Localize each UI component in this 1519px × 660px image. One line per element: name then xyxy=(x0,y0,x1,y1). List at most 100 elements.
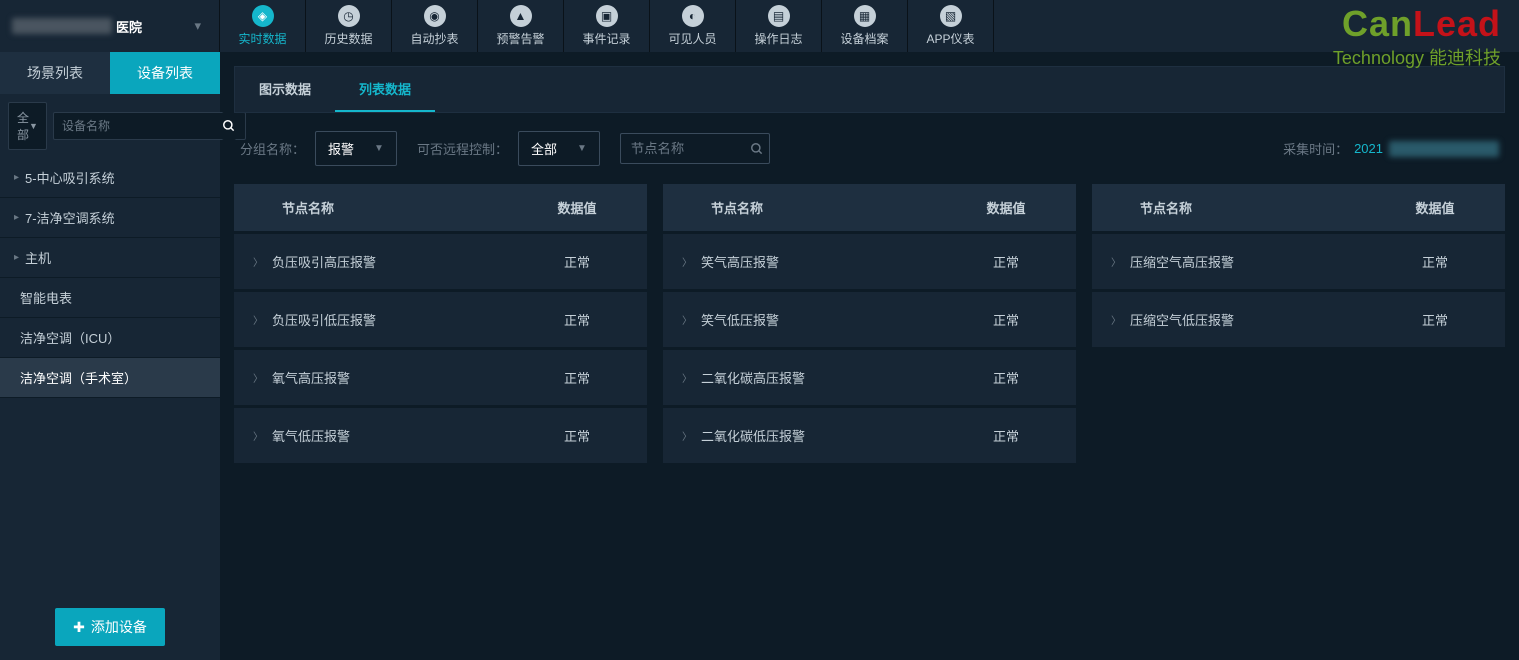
hospital-dropdown[interactable]: 医院 ▾ xyxy=(0,0,220,52)
nav-icon: ▧ xyxy=(940,5,962,27)
group-filter-value: 报警 xyxy=(328,139,354,158)
sidebar-tab-1[interactable]: 设备列表 xyxy=(110,52,220,94)
nav-item-0[interactable]: ◈实时数据 xyxy=(220,0,306,52)
nav-icon: ◷ xyxy=(338,5,360,27)
data-row[interactable]: 〉笑气高压报警正常 xyxy=(663,234,1076,289)
node-search-wrap xyxy=(620,133,770,164)
caret-down-icon: ▼ xyxy=(29,121,38,131)
row-name: 负压吸引低压报警 xyxy=(272,310,517,329)
node-search-button[interactable] xyxy=(750,142,764,156)
data-row[interactable]: 〉压缩空气高压报警正常 xyxy=(1092,234,1505,289)
node-search-input[interactable] xyxy=(620,133,770,164)
nav-label: 设备档案 xyxy=(840,30,888,47)
data-columns: 节点名称数据值〉负压吸引高压报警正常〉负压吸引低压报警正常〉氧气高压报警正常〉氧… xyxy=(234,184,1505,646)
nav-item-2[interactable]: ◉自动抄表 xyxy=(392,0,478,52)
sub-tab-0[interactable]: 图示数据 xyxy=(235,67,335,112)
column-header: 节点名称数据值 xyxy=(234,184,647,231)
row-value: 正常 xyxy=(517,310,637,329)
data-row[interactable]: 〉笑气低压报警正常 xyxy=(663,292,1076,347)
row-value: 正常 xyxy=(946,368,1066,387)
row-name: 压缩空气高压报警 xyxy=(1130,252,1375,271)
chevron-right-icon: ▸ xyxy=(14,212,19,223)
row-name: 笑气高压报警 xyxy=(701,252,946,271)
caret-down-icon: ▼ xyxy=(374,143,384,154)
tree-item-label: 主机 xyxy=(25,248,51,267)
top-nav: ◈实时数据◷历史数据◉自动抄表▲预警告警 ▣ 事件记录 ◐可见人员 ▤ 操作日志 ▦ 设备档案… xyxy=(220,0,1333,52)
tree-item-4[interactable]: 洁净空调（ICU） xyxy=(0,318,220,358)
data-row[interactable]: 〉二氧化碳高压报警正常 xyxy=(663,350,1076,405)
data-row[interactable]: 〉负压吸引低压报警正常 xyxy=(234,292,647,347)
nav-item-4[interactable]: ▣ 事件记录 xyxy=(564,0,650,52)
collect-time-year: 2021 xyxy=(1354,141,1383,156)
group-filter-dropdown[interactable]: 报警 ▼ xyxy=(315,131,397,166)
row-name: 氧气低压报警 xyxy=(272,426,517,445)
chevron-right-icon: 〉 xyxy=(1102,312,1130,327)
tree-item-label: 洁净空调（ICU） xyxy=(20,328,120,347)
nav-icon: ▣ xyxy=(596,5,618,27)
row-value: 正常 xyxy=(517,368,637,387)
chevron-right-icon: 〉 xyxy=(673,370,701,385)
tree-item-2[interactable]: ▸主机 xyxy=(0,238,220,278)
hospital-suffix: 医院 xyxy=(116,17,142,36)
nav-item-5[interactable]: ◐可见人员 xyxy=(650,0,736,52)
data-row[interactable]: 〉负压吸引高压报警正常 xyxy=(234,234,647,289)
chevron-right-icon: 〉 xyxy=(673,254,701,269)
nav-icon: ▤ xyxy=(768,5,790,27)
nav-label: 自动抄表 xyxy=(410,30,458,47)
tree-item-0[interactable]: ▸ 5-中心吸引系统 xyxy=(0,158,220,198)
remote-filter-value: 全部 xyxy=(531,139,557,158)
row-value: 正常 xyxy=(1375,310,1495,329)
collect-time: 采集时间： 2021 xyxy=(1283,139,1499,158)
data-column-2: 节点名称数据值〉压缩空气高压报警正常〉压缩空气低压报警正常 xyxy=(1092,184,1505,646)
sidebar-search-row: 全部 ▼ xyxy=(0,94,220,158)
remote-filter-dropdown[interactable]: 全部 ▼ xyxy=(518,131,600,166)
remote-filter-label: 可否远程控制： xyxy=(417,139,508,158)
data-row[interactable]: 〉压缩空气低压报警正常 xyxy=(1092,292,1505,347)
tree-item-label: 5-中心吸引系统 xyxy=(25,168,115,187)
tree-item-3[interactable]: 智能电表 xyxy=(0,278,220,318)
add-device-button[interactable]: ✚ 添加设备 xyxy=(55,608,165,646)
row-value: 正常 xyxy=(517,426,637,445)
column-header-value: 数据值 xyxy=(1375,198,1495,217)
sidebar-tab-0[interactable]: 场景列表 xyxy=(0,52,110,94)
data-row[interactable]: 〉氧气高压报警正常 xyxy=(234,350,647,405)
tree-item-label: 7-洁净空调系统 xyxy=(25,208,115,227)
sidebar-search-input[interactable] xyxy=(53,112,246,140)
caret-down-icon: ▼ xyxy=(577,143,587,154)
nav-item-8[interactable]: ▧APP仪表 xyxy=(908,0,994,52)
nav-label: 操作日志 xyxy=(754,30,802,47)
nav-item-6[interactable]: ▤ 操作日志 xyxy=(736,0,822,52)
main-content: 图示数据列表数据 分组名称： 报警 ▼ 可否远程控制： 全部 ▼ 采集时间： 2… xyxy=(220,52,1519,660)
data-column-0: 节点名称数据值〉负压吸引高压报警正常〉负压吸引低压报警正常〉氧气高压报警正常〉氧… xyxy=(234,184,647,646)
tree-item-1[interactable]: ▸ 7-洁净空调系统 xyxy=(0,198,220,238)
nav-item-3[interactable]: ▲预警告警 xyxy=(478,0,564,52)
nav-label: 可见人员 xyxy=(668,30,716,47)
search-icon xyxy=(750,142,764,156)
column-header-name: 节点名称 xyxy=(244,198,517,217)
data-row[interactable]: 〉二氧化碳低压报警正常 xyxy=(663,408,1076,463)
row-value: 正常 xyxy=(946,252,1066,271)
collect-time-redacted xyxy=(1389,141,1499,157)
nav-icon: ◈ xyxy=(252,5,274,27)
chevron-right-icon: 〉 xyxy=(244,428,272,443)
row-value: 正常 xyxy=(946,426,1066,445)
sidebar-filter-dropdown[interactable]: 全部 ▼ xyxy=(8,102,47,150)
tree-item-label: 智能电表 xyxy=(20,288,72,307)
row-name: 负压吸引高压报警 xyxy=(272,252,517,271)
tree-item-5[interactable]: 洁净空调（手术室） xyxy=(0,358,220,398)
plus-icon: ✚ xyxy=(73,619,85,636)
chevron-right-icon: ▸ xyxy=(14,172,19,183)
row-value: 正常 xyxy=(1375,252,1495,271)
nav-item-7[interactable]: ▦ 设备档案 xyxy=(822,0,908,52)
nav-icon: ▲ xyxy=(510,5,532,27)
sub-tab-1[interactable]: 列表数据 xyxy=(335,67,435,112)
nav-item-1[interactable]: ◷历史数据 xyxy=(306,0,392,52)
nav-icon: ▦ xyxy=(854,5,876,27)
data-row[interactable]: 〉氧气低压报警正常 xyxy=(234,408,647,463)
tree-item-label: 洁净空调（手术室） xyxy=(20,368,137,387)
nav-label: 事件记录 xyxy=(582,30,630,47)
chevron-right-icon: 〉 xyxy=(673,428,701,443)
column-header-name: 节点名称 xyxy=(673,198,946,217)
caret-down-icon: ▾ xyxy=(194,18,201,34)
top-header: 医院 ▾ ◈实时数据◷历史数据◉自动抄表▲预警告警 ▣ 事件记录 ◐可见人员 ▤ 操作日志… xyxy=(0,0,1519,52)
